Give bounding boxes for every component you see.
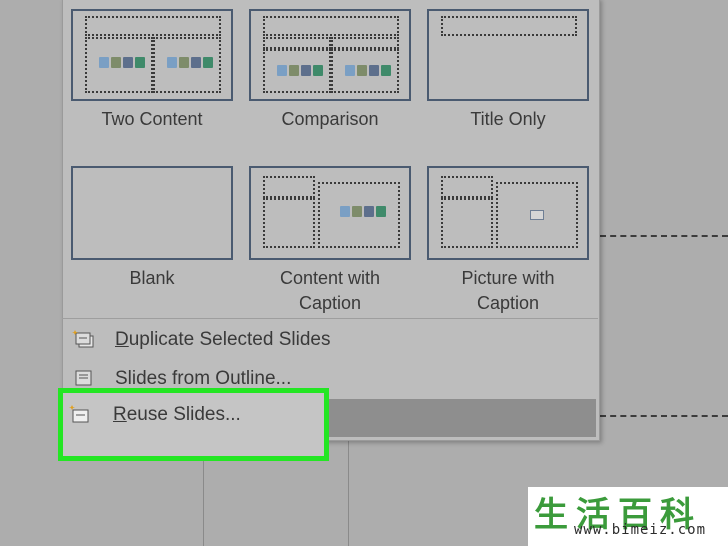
layout-thumbnail (249, 9, 411, 101)
slide-placeholder-border-top (600, 235, 728, 237)
layout-content-with-caption[interactable]: Content with Caption (241, 166, 419, 316)
layout-blank[interactable]: Blank (63, 166, 241, 291)
layout-label: Comparison (281, 109, 379, 129)
layout-title-only[interactable]: Title Only (419, 9, 597, 132)
title-placeholder (263, 16, 399, 36)
layout-thumbnail (71, 166, 233, 260)
layout-comparison[interactable]: Comparison (241, 9, 419, 132)
duplicate-selected-slides-item[interactable]: Duplicate Selected Slides (62, 322, 598, 358)
layout-thumbnail (249, 166, 411, 260)
title-placeholder (441, 16, 577, 36)
layout-thumbnail (427, 9, 589, 101)
divider-line (348, 440, 349, 546)
heading-placeholder (263, 37, 331, 49)
duplicate-slides-icon (72, 328, 96, 352)
caption-text-placeholder (263, 198, 315, 248)
content-placeholder (331, 49, 399, 93)
picture-icon (530, 210, 544, 220)
layout-label: Content with Caption (279, 268, 381, 313)
heading-placeholder (331, 37, 399, 49)
slide-canvas-area (598, 0, 728, 546)
reuse-slides-label: Reuse Slides... (113, 404, 241, 425)
layout-thumbnail (427, 166, 589, 260)
reuse-slides-icon (68, 403, 92, 427)
caption-title-placeholder (263, 176, 315, 198)
layout-two-content[interactable]: Two Content (63, 9, 241, 132)
slide-placeholder-border-bottom (600, 415, 728, 417)
content-placeholder (153, 37, 221, 93)
layout-label: Picture with Caption (461, 268, 555, 313)
slides-from-outline-label: Slides from Outline... (115, 368, 292, 389)
layout-thumbnail (71, 9, 233, 101)
duplicate-selected-slides-label: Duplicate Selected Slides (115, 329, 331, 350)
reuse-slides-item[interactable]: Reuse Slides... (58, 388, 329, 461)
caption-title-placeholder (441, 176, 493, 198)
content-placeholder (263, 49, 331, 93)
caption-text-placeholder (441, 198, 493, 248)
watermark: 生活百科 www.bimeiz.com (528, 487, 728, 546)
picture-placeholder (496, 182, 578, 248)
menu-separator (62, 318, 598, 319)
content-placeholder (318, 182, 400, 248)
watermark-url: www.bimeiz.com (574, 522, 707, 538)
layout-label: Title Only (470, 109, 546, 129)
content-placeholder (85, 37, 153, 93)
title-placeholder (85, 16, 221, 36)
layout-label: Two Content (101, 109, 203, 129)
layout-picture-with-caption[interactable]: Picture with Caption (419, 166, 597, 316)
layout-label: Blank (129, 268, 175, 288)
